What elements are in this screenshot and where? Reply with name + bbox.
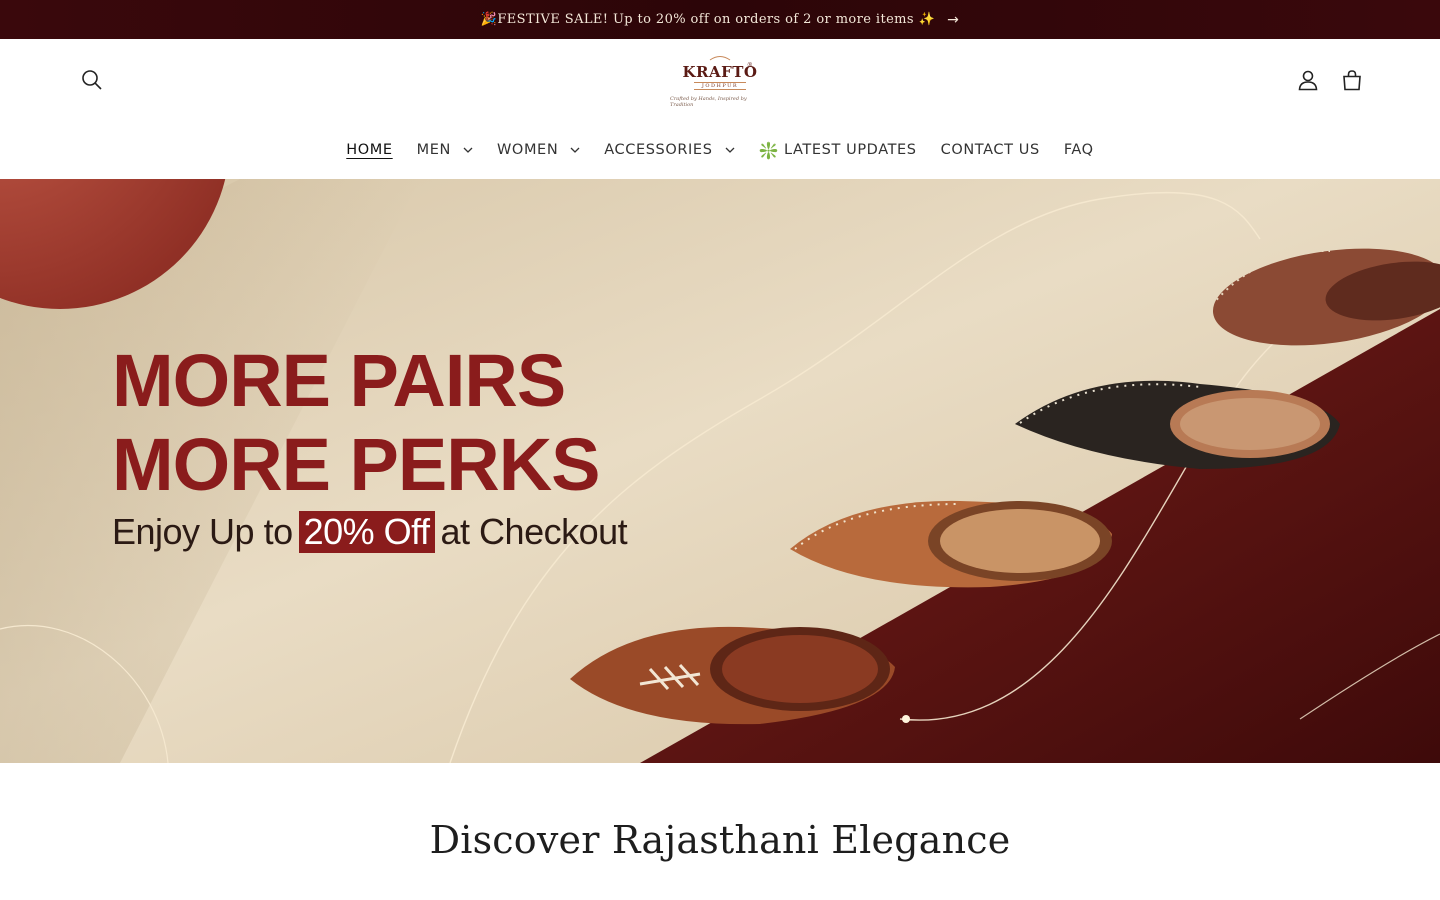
nav-item-women[interactable]: WOMEN [485, 142, 592, 158]
logo-city: JODHPUR [693, 82, 747, 90]
logo-tagline: Crafted by Hands, Inspired by Tradition [670, 96, 747, 108]
cart-icon[interactable] [1332, 60, 1372, 100]
hero-subheadline: Enjoy Up to 20% Off at Checkout [112, 511, 628, 553]
nav-item-label: HOME [346, 142, 393, 158]
hero-sub-highlight: 20% Off [298, 511, 435, 553]
section-title: Discover Rajasthani Elegance [429, 818, 1011, 862]
nav-item-contact-us[interactable]: CONTACT US [929, 142, 1052, 158]
logo-ornament-icon [709, 56, 731, 61]
chevron-down-icon [570, 147, 580, 153]
announcement-text: 🎉FESTIVE SALE! Up to 20% off on orders o… [480, 12, 936, 27]
nav-item-home[interactable]: HOME [334, 142, 404, 158]
nav-item-men[interactable]: MEN [405, 142, 485, 158]
hero-headline-line1: MORE PAIRS [112, 339, 566, 422]
nav-item-faq[interactable]: FAQ [1052, 142, 1106, 158]
arrow-right-icon[interactable]: → [947, 12, 959, 28]
main-nav: HOME MEN WOMEN ACCESSORIES ❇️ LATEST UPD… [0, 122, 1440, 178]
site-header: ® KRAFTO JODHPUR Crafted by Hands, Inspi… [0, 39, 1440, 123]
hero-headline-line2: MORE PERKS [112, 423, 601, 506]
nav-item-label: CONTACT US [940, 142, 1040, 158]
chevron-down-icon [463, 147, 473, 153]
nav-item-latest-updates[interactable]: ❇️ LATEST UPDATES [747, 141, 929, 160]
nav-item-label: FAQ [1063, 142, 1094, 158]
account-icon[interactable] [1288, 60, 1328, 100]
nav-item-label: LATEST UPDATES [784, 142, 917, 158]
nav-item-label: ACCESSORIES [604, 142, 713, 158]
hero-sub-before: Enjoy Up to [112, 511, 293, 552]
sparkle-icon: ❇️ [758, 140, 780, 160]
nav-item-label: MEN [416, 142, 451, 158]
registered-icon: ® [747, 63, 752, 69]
search-icon[interactable] [72, 60, 112, 100]
hero-sub-after: at Checkout [440, 511, 628, 552]
announcement-bar[interactable]: 🎉FESTIVE SALE! Up to 20% off on orders o… [0, 0, 1440, 39]
logo-name: KRAFTO [682, 63, 758, 81]
site-logo[interactable]: ® KRAFTO JODHPUR Crafted by Hands, Inspi… [670, 53, 770, 111]
hero-banner[interactable]: MORE PAIRS MORE PERKS Enjoy Up to 20% Of… [0, 179, 1440, 763]
nav-item-label: WOMEN [497, 142, 559, 158]
nav-item-accessories[interactable]: ACCESSORIES [592, 142, 746, 158]
hero-copy: MORE PAIRS MORE PERKS Enjoy Up to 20% Of… [112, 339, 628, 553]
chevron-down-icon [725, 147, 734, 153]
